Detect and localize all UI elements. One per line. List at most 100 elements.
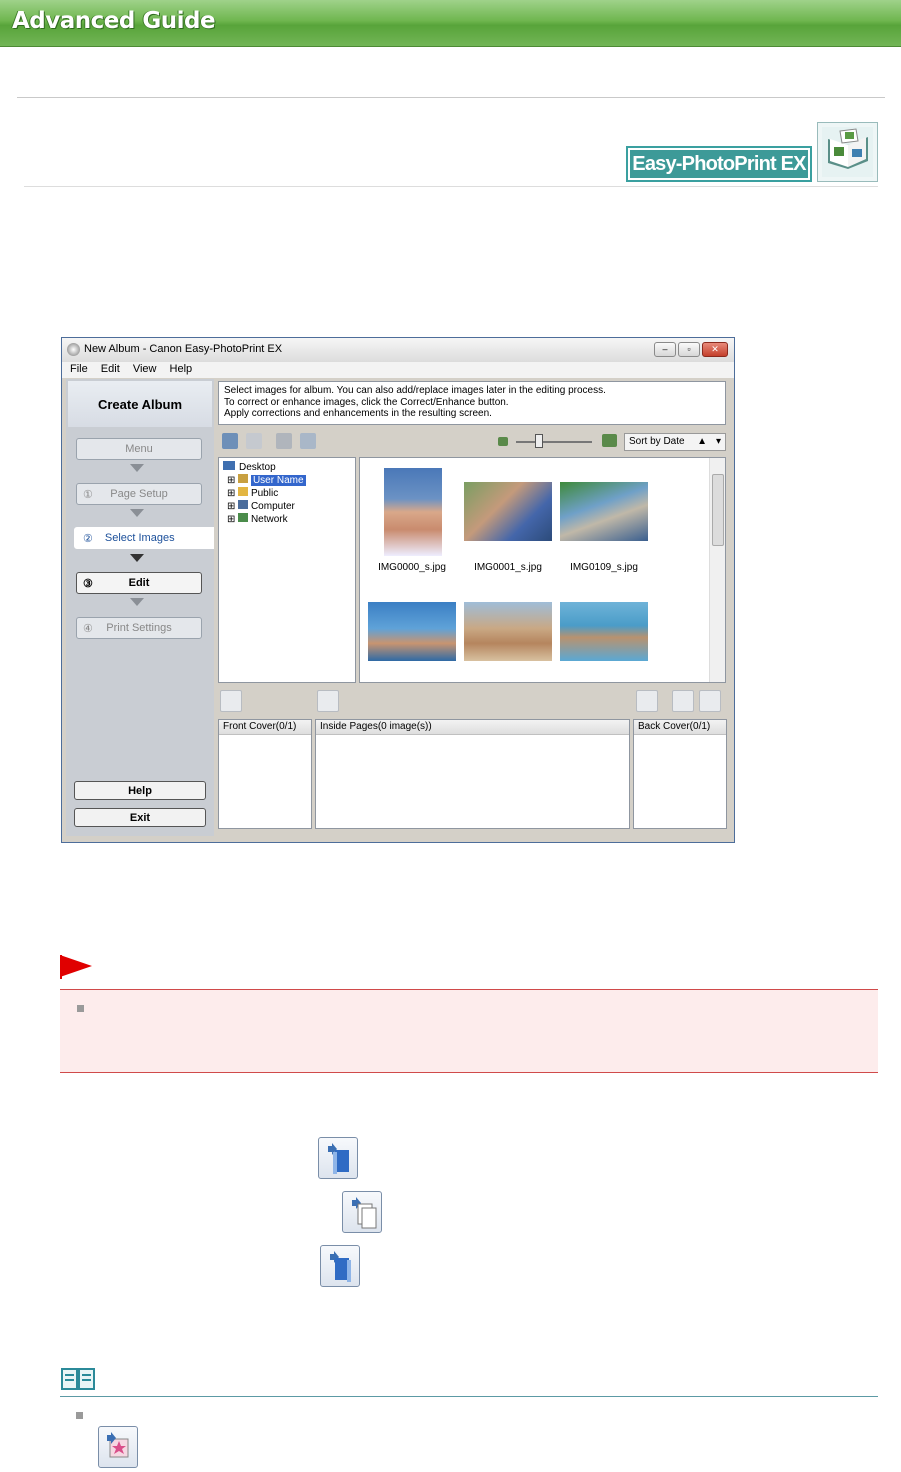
tree-label: Computer <box>250 501 295 512</box>
tree-label: User Name <box>250 475 306 486</box>
sort-ascending-icon: ▲ <box>697 436 707 447</box>
menu-edit[interactable]: Edit <box>101 363 120 375</box>
image-thumbnail[interactable] <box>464 602 552 661</box>
app-window: New Album - Canon Easy-PhotoPrint EX – ▫… <box>61 337 735 843</box>
tree-item-network[interactable]: ⊞ Network <box>227 513 288 525</box>
bullet-icon <box>76 1412 83 1419</box>
computer-icon <box>238 500 249 509</box>
thumbnail-caption: IMG0109_s.jpg <box>570 562 638 573</box>
arrow-down-icon <box>130 598 144 606</box>
note-divider <box>60 1396 878 1397</box>
thumbnail-scrollbar[interactable] <box>709 458 725 682</box>
folder-icon <box>238 474 249 483</box>
image-settings-icon[interactable] <box>300 433 316 449</box>
small-image-icon <box>498 437 508 446</box>
zoom-slider-track[interactable] <box>516 441 592 443</box>
arrow-down-icon <box>130 464 144 472</box>
step-number: ④ <box>83 622 93 635</box>
select-all-icon[interactable] <box>222 433 238 449</box>
sort-label: Sort by Date <box>629 436 685 447</box>
app-icon <box>67 343 80 356</box>
menu-file[interactable]: File <box>70 363 88 375</box>
image-thumbnail[interactable] <box>560 602 648 661</box>
tree-item-public[interactable]: ⊞ Public <box>227 487 278 499</box>
network-icon <box>238 513 249 522</box>
tree-item-desktop[interactable]: Desktop <box>223 461 276 473</box>
tree-label: Network <box>250 514 288 525</box>
instruction-line: To correct or enhance images, click the … <box>224 396 509 408</box>
tree-label: Desktop <box>239 462 276 473</box>
remove-image-icon[interactable] <box>672 690 694 712</box>
add-front-cover-button-icon <box>318 1137 358 1179</box>
folder-icon <box>238 487 249 496</box>
tree-item-user-name[interactable]: ⊞ User Name <box>227 474 306 486</box>
window-titlebar[interactable]: New Album - Canon Easy-PhotoPrint EX – ▫… <box>62 338 734 363</box>
image-thumbnail[interactable] <box>384 468 442 556</box>
step-page-setup-button[interactable]: ① Page Setup <box>76 483 202 505</box>
important-flag-icon <box>60 955 92 977</box>
arrow-down-icon <box>130 509 144 517</box>
window-title: New Album - Canon Easy-PhotoPrint EX <box>84 343 283 355</box>
thumbnail-caption: IMG0001_s.jpg <box>474 562 542 573</box>
pane-header: Inside Pages(0 image(s)) <box>316 720 629 735</box>
step-menu-button[interactable]: Menu <box>76 438 202 460</box>
step-label: Page Setup <box>110 488 168 500</box>
image-thumbnail[interactable] <box>560 482 648 541</box>
instruction-line: Select images for album. You can also ad… <box>224 385 606 396</box>
bullet-icon <box>77 1005 84 1012</box>
pane-header: Back Cover(0/1) <box>634 720 726 735</box>
exit-button[interactable]: Exit <box>74 808 206 827</box>
image-thumbnail[interactable] <box>464 482 552 541</box>
back-cover-pane[interactable]: Back Cover(0/1) <box>633 719 727 829</box>
inside-pages-pane[interactable]: Inside Pages(0 image(s)) <box>315 719 630 829</box>
menu-view[interactable]: View <box>133 363 157 375</box>
correct-enhance-icon[interactable] <box>276 433 292 449</box>
help-button[interactable]: Help <box>74 781 206 800</box>
guide-title: Advanced Guide <box>12 8 216 34</box>
step-print-settings-button[interactable]: ④ Print Settings <box>76 617 202 639</box>
close-button[interactable]: ✕ <box>702 342 728 357</box>
scrollbar-thumb[interactable] <box>712 474 724 546</box>
add-back-cover-icon[interactable] <box>636 690 658 712</box>
step-number: ① <box>83 488 93 501</box>
chevron-down-icon: ▾ <box>715 436 721 447</box>
divider <box>24 186 878 187</box>
step-label: Edit <box>128 577 150 589</box>
desktop-icon <box>223 461 235 470</box>
step-label: Print Settings <box>106 622 172 634</box>
pane-header: Front Cover(0/1) <box>219 720 311 735</box>
tree-item-computer[interactable]: ⊞ Computer <box>227 500 295 512</box>
add-back-cover-button-icon <box>320 1245 360 1287</box>
instruction-line: Apply corrections and enhancements in th… <box>224 408 492 419</box>
main-panel: Select images for album. You can also ad… <box>216 379 730 836</box>
step-number: ③ <box>83 577 93 590</box>
image-thumbnail[interactable] <box>368 602 456 661</box>
arrow-down-icon <box>130 554 144 562</box>
front-cover-pane[interactable]: Front Cover(0/1) <box>218 719 312 829</box>
product-logo-text: Easy-PhotoPrint EX <box>630 150 808 178</box>
add-front-cover-icon[interactable] <box>220 690 242 712</box>
folder-tree: Desktop ⊞ User Name ⊞ Public ⊞ Computer … <box>218 457 356 683</box>
step-select-images-button[interactable]: ② Select Images <box>74 527 214 549</box>
sidebar: Create Album Menu ① Page Setup ② Select Im… <box>66 379 214 836</box>
maximize-button[interactable]: ▫ <box>678 342 700 357</box>
menu-help[interactable]: Help <box>170 363 193 375</box>
zoom-slider-thumb[interactable] <box>535 434 543 448</box>
thumbnail-caption: IMG0000_s.jpg <box>378 562 446 573</box>
sort-dropdown[interactable]: Sort by Date ▲ ▾ <box>624 433 726 451</box>
step-edit-button[interactable]: ③ Edit <box>76 572 202 594</box>
large-image-icon <box>602 434 617 447</box>
important-box <box>60 989 878 1073</box>
menu-bar: File Edit View Help <box>62 362 734 378</box>
sidebar-heading: Create Album <box>68 381 212 427</box>
remove-all-icon[interactable] <box>699 690 721 712</box>
step-label: Select Images <box>104 532 175 544</box>
minimize-button[interactable]: – <box>654 342 676 357</box>
album-book-icon <box>817 122 878 182</box>
note-book-icon <box>60 1366 96 1392</box>
tree-label: Public <box>250 488 279 499</box>
grid-icon[interactable] <box>246 433 262 449</box>
add-inside-pages-button-icon <box>342 1191 382 1233</box>
step-label: Menu <box>125 443 153 455</box>
add-inside-pages-icon[interactable] <box>317 690 339 712</box>
